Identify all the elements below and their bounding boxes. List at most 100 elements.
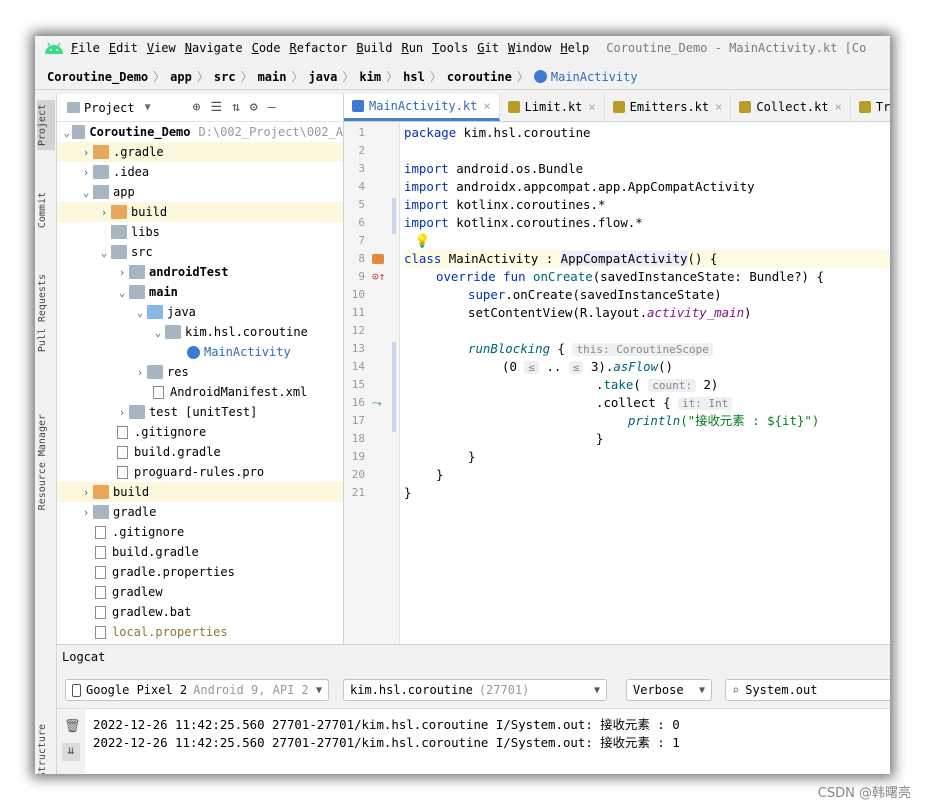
- expand-all-icon[interactable]: ☰: [210, 100, 222, 115]
- collapse-all-icon[interactable]: ⇅: [232, 100, 240, 115]
- tree-item-gradlew-bat[interactable]: gradlew.bat: [57, 602, 343, 622]
- tree-item-gradlew[interactable]: gradlew: [57, 582, 343, 602]
- tree-item-java[interactable]: ⌄ java: [57, 302, 343, 322]
- android-activity-gutter-icon[interactable]: [372, 254, 384, 264]
- process-dropdown[interactable]: kim.hsl.coroutine (27701) ▼: [343, 679, 607, 701]
- menu-run[interactable]: Run: [401, 41, 423, 55]
- tree-item-app-build[interactable]: › build: [57, 202, 343, 222]
- menu-file[interactable]: File: [71, 41, 100, 55]
- trash-icon[interactable]: 🗑: [64, 719, 81, 734]
- close-icon[interactable]: ×: [715, 100, 722, 114]
- tab-mainactivity[interactable]: MainActivity.kt ×: [344, 94, 500, 121]
- tree-item-manifest[interactable]: AndroidManifest.xml: [57, 382, 343, 402]
- tree-item-app[interactable]: ⌄ app: [57, 182, 343, 202]
- gear-icon[interactable]: ⚙: [250, 100, 258, 115]
- suspend-call-gutter-icon[interactable]: ⤳: [372, 396, 382, 411]
- tree-item-androidtest[interactable]: › androidTest: [57, 262, 343, 282]
- tree-item-gitignore[interactable]: .gitignore: [57, 522, 343, 542]
- tree-item-package[interactable]: ⌄ kim.hsl.coroutine: [57, 322, 343, 342]
- tree-item-build[interactable]: › build: [57, 482, 343, 502]
- tab-emitters[interactable]: Emitters.kt ×: [605, 94, 732, 121]
- log-level-dropdown[interactable]: Verbose ▼: [626, 679, 712, 701]
- tree-item-src[interactable]: ⌄ src: [57, 242, 343, 262]
- tool-pull-requests[interactable]: Pull Requests: [37, 274, 48, 352]
- crumb-mainactivity[interactable]: MainActivity: [533, 70, 638, 84]
- locate-icon[interactable]: ⊕: [193, 100, 201, 115]
- log-line: 2022-12-26 11:42:25.560 27701-27701/kim.…: [93, 717, 680, 732]
- folder-icon: [111, 245, 127, 259]
- kotlin-file-icon: [612, 101, 625, 113]
- folder-icon: [93, 165, 109, 179]
- line-number: 21: [351, 486, 365, 499]
- breadcrumb: Coroutine_Demo 〉 app 〉 src 〉 main 〉 java 〉 ki…: [35, 64, 890, 90]
- menu-edit[interactable]: Edit: [109, 41, 138, 55]
- ide-window: File Edit View Navigate Code Refactor Bu…: [35, 36, 890, 774]
- tree-item-gradle[interactable]: › gradle: [57, 502, 343, 522]
- crumb-coroutine[interactable]: coroutine 〉: [447, 68, 534, 85]
- tree-item-res[interactable]: › res: [57, 362, 343, 382]
- hide-icon[interactable]: —: [268, 100, 276, 115]
- close-icon[interactable]: ×: [835, 100, 842, 114]
- logcat-side-toolbar: 🗑 ⇊: [57, 709, 85, 774]
- menu-window[interactable]: Window: [508, 41, 551, 55]
- tree-item-proguard[interactable]: proguard-rules.pro: [57, 462, 343, 482]
- line-number: 16: [351, 396, 365, 409]
- crumb-kim[interactable]: kim 〉: [359, 68, 403, 85]
- tool-resource-manager[interactable]: Resource Manager: [37, 414, 48, 510]
- project-view-selector[interactable]: Project ▼: [67, 101, 151, 115]
- kotlin-file-icon: [858, 101, 871, 113]
- tool-project[interactable]: Project: [37, 100, 55, 151]
- tab-limit[interactable]: Limit.kt ×: [500, 94, 605, 121]
- close-icon[interactable]: ×: [483, 99, 490, 113]
- tree-item-test[interactable]: › test [unitTest]: [57, 402, 343, 422]
- line-number: 14: [351, 360, 365, 373]
- menu-refactor[interactable]: Refactor: [290, 41, 348, 55]
- tree-item-gradle-properties[interactable]: gradle.properties: [57, 562, 343, 582]
- menu-navigate[interactable]: Navigate: [185, 41, 243, 55]
- tool-commit[interactable]: Commit: [37, 192, 48, 228]
- lightbulb-icon[interactable]: 💡: [414, 234, 430, 249]
- tree-item-mainactivity[interactable]: MainActivity: [57, 342, 343, 362]
- scroll-to-end-icon[interactable]: ⇊: [62, 743, 80, 761]
- tree-item-main[interactable]: ⌄ main: [57, 282, 343, 302]
- logcat-search-input[interactable]: ⌕ System.out: [725, 679, 890, 701]
- line-number: 15: [351, 378, 365, 391]
- folder-icon: [93, 505, 109, 519]
- tab-collect[interactable]: Collect.kt ×: [731, 94, 851, 121]
- logcat-toolbar: Google Pixel 2 Android 9, API 2 ▼ kim.hsl.…: [57, 671, 890, 709]
- menu-help[interactable]: Help: [560, 41, 589, 55]
- line-number: 5: [358, 198, 365, 211]
- tree-item-root[interactable]: ⌄ Coroutine_Demo D:\002_Project\002_A: [57, 122, 343, 142]
- tool-structure[interactable]: Structure: [37, 724, 48, 774]
- override-gutter-icon[interactable]: ⊙↑: [372, 270, 385, 283]
- device-dropdown[interactable]: Google Pixel 2 Android 9, API 2 ▼: [65, 679, 329, 701]
- line-gutter: 1 2 3 4 5 6 7 8 9 10 11 12 13 14 15 16 1…: [344, 122, 400, 644]
- tab-overflow[interactable]: Tr: [851, 94, 890, 121]
- code-line-11: setContentView(R.layout.activity_main): [468, 305, 752, 320]
- crumb-main[interactable]: main 〉: [258, 68, 309, 85]
- crumb-java[interactable]: java 〉: [309, 68, 360, 85]
- tree-item-gradle-dir[interactable]: › .gradle: [57, 142, 343, 162]
- menu-view[interactable]: View: [147, 41, 176, 55]
- tree-item-build-gradle[interactable]: build.gradle: [57, 542, 343, 562]
- tree-item-libs[interactable]: libs: [57, 222, 343, 242]
- code-line-16: .collect { it: Int: [596, 394, 733, 412]
- tree-item-app-gitignore[interactable]: .gitignore: [57, 422, 343, 442]
- tree-item-app-build-gradle[interactable]: build.gradle: [57, 442, 343, 462]
- line-number: 8: [358, 252, 365, 265]
- phone-icon: [72, 683, 81, 697]
- menu-tools[interactable]: Tools: [432, 41, 468, 55]
- tree-item-local-properties[interactable]: local.properties: [57, 622, 343, 642]
- script-file-icon: [95, 585, 106, 599]
- crumb-src[interactable]: src 〉: [214, 68, 258, 85]
- crumb-project[interactable]: Coroutine_Demo 〉: [47, 68, 170, 85]
- code-line-3: import android.os.Bundle: [404, 161, 584, 176]
- close-icon[interactable]: ×: [588, 100, 595, 114]
- crumb-app[interactable]: app 〉: [170, 68, 214, 85]
- menu-code[interactable]: Code: [252, 41, 281, 55]
- menu-build[interactable]: Build: [356, 41, 392, 55]
- crumb-hsl[interactable]: hsl 〉: [403, 68, 447, 85]
- tree-item-idea[interactable]: › .idea: [57, 162, 343, 182]
- window-title: Coroutine_Demo - MainActivity.kt [Co: [606, 41, 867, 55]
- menu-git[interactable]: Git: [477, 41, 499, 55]
